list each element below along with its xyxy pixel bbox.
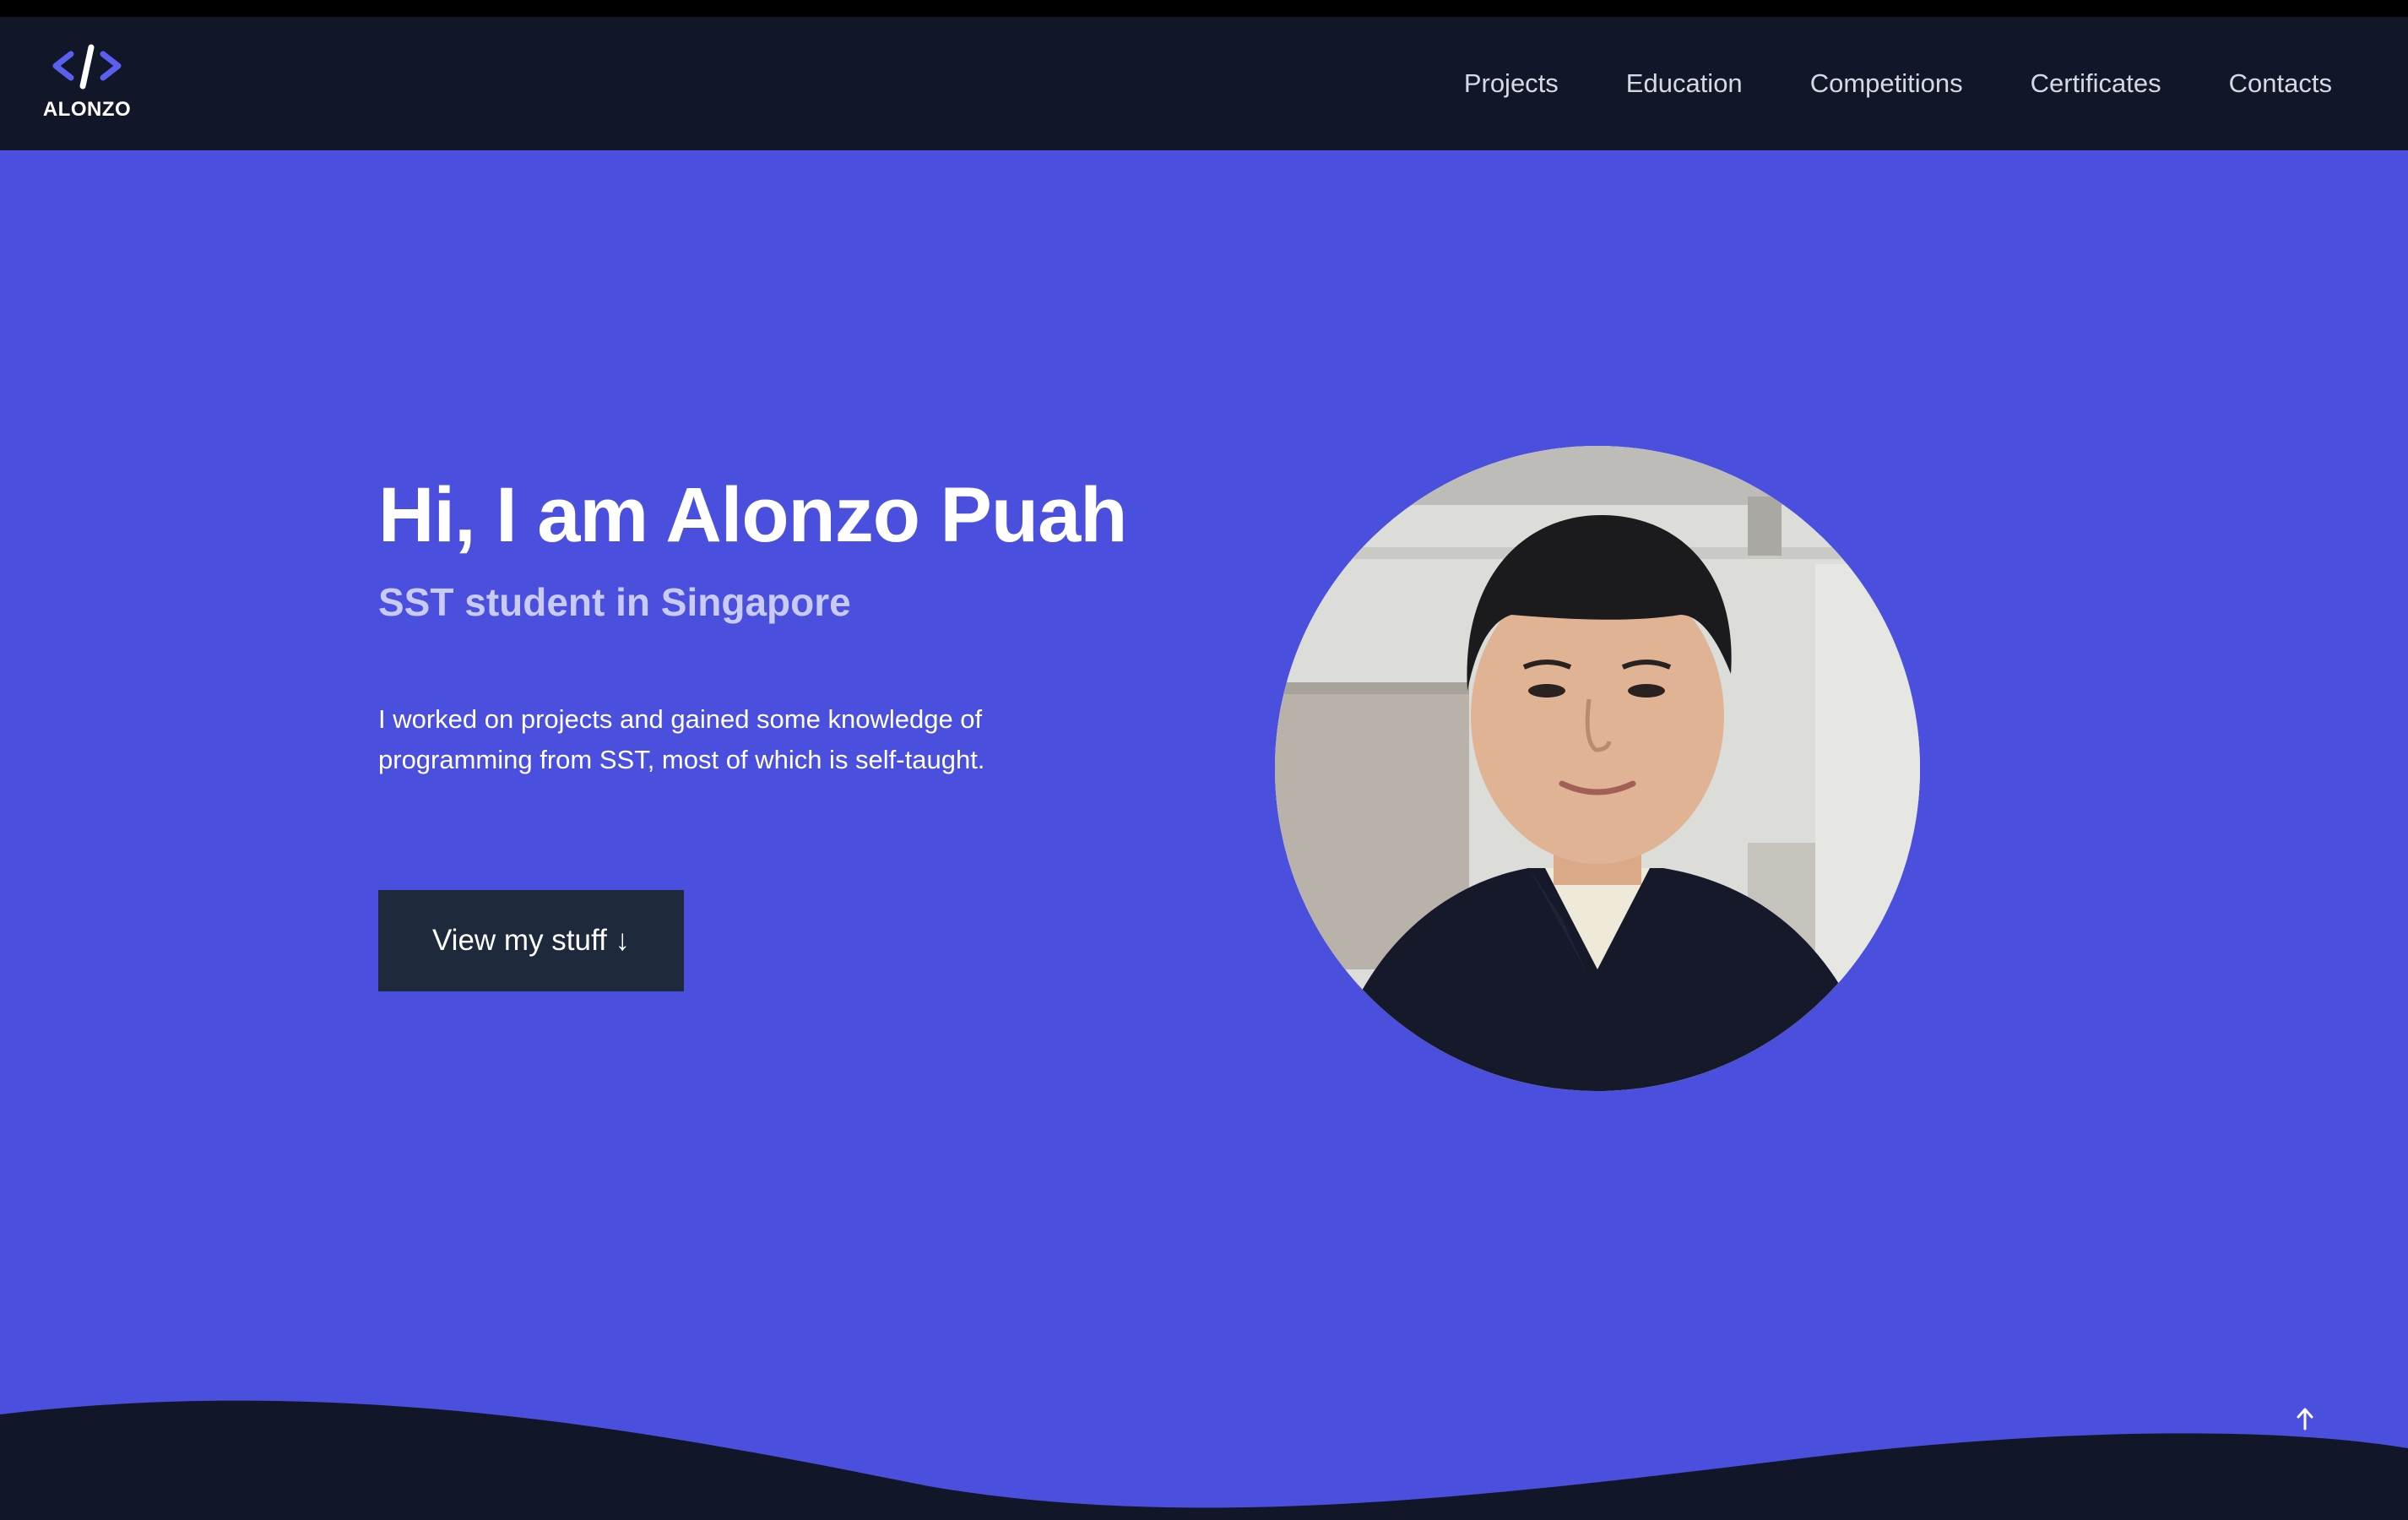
profile-photo [1275,446,1920,1091]
view-my-stuff-button[interactable]: View my stuff ↓ [378,890,684,991]
code-brackets-icon [52,44,122,90]
profile-photo-illustration [1275,446,1920,1091]
logo-text: ALONZO [42,98,132,121]
nav-item-contacts[interactable]: Contacts [2229,68,2332,99]
nav-item-projects[interactable]: Projects [1464,68,1559,99]
navbar: ALONZO Projects Education Competitions C… [0,17,2408,150]
top-edge-strip [0,0,2408,17]
logo[interactable]: ALONZO [41,42,133,135]
bottom-wave [0,1400,2408,1520]
nav-links: Projects Education Competitions Certific… [1464,17,2332,150]
hero-title: Hi, I am Alonzo Puah [378,472,1127,558]
hero-description: I worked on projects and gained some kno… [378,704,985,774]
arrow-up-icon[interactable] [2288,1402,2322,1436]
nav-item-education[interactable]: Education [1626,68,1743,99]
hero-subtitle: SST student in Singapore [378,580,851,624]
nav-item-competitions[interactable]: Competitions [1810,68,1963,99]
nav-item-certificates[interactable]: Certificates [2031,68,2161,99]
